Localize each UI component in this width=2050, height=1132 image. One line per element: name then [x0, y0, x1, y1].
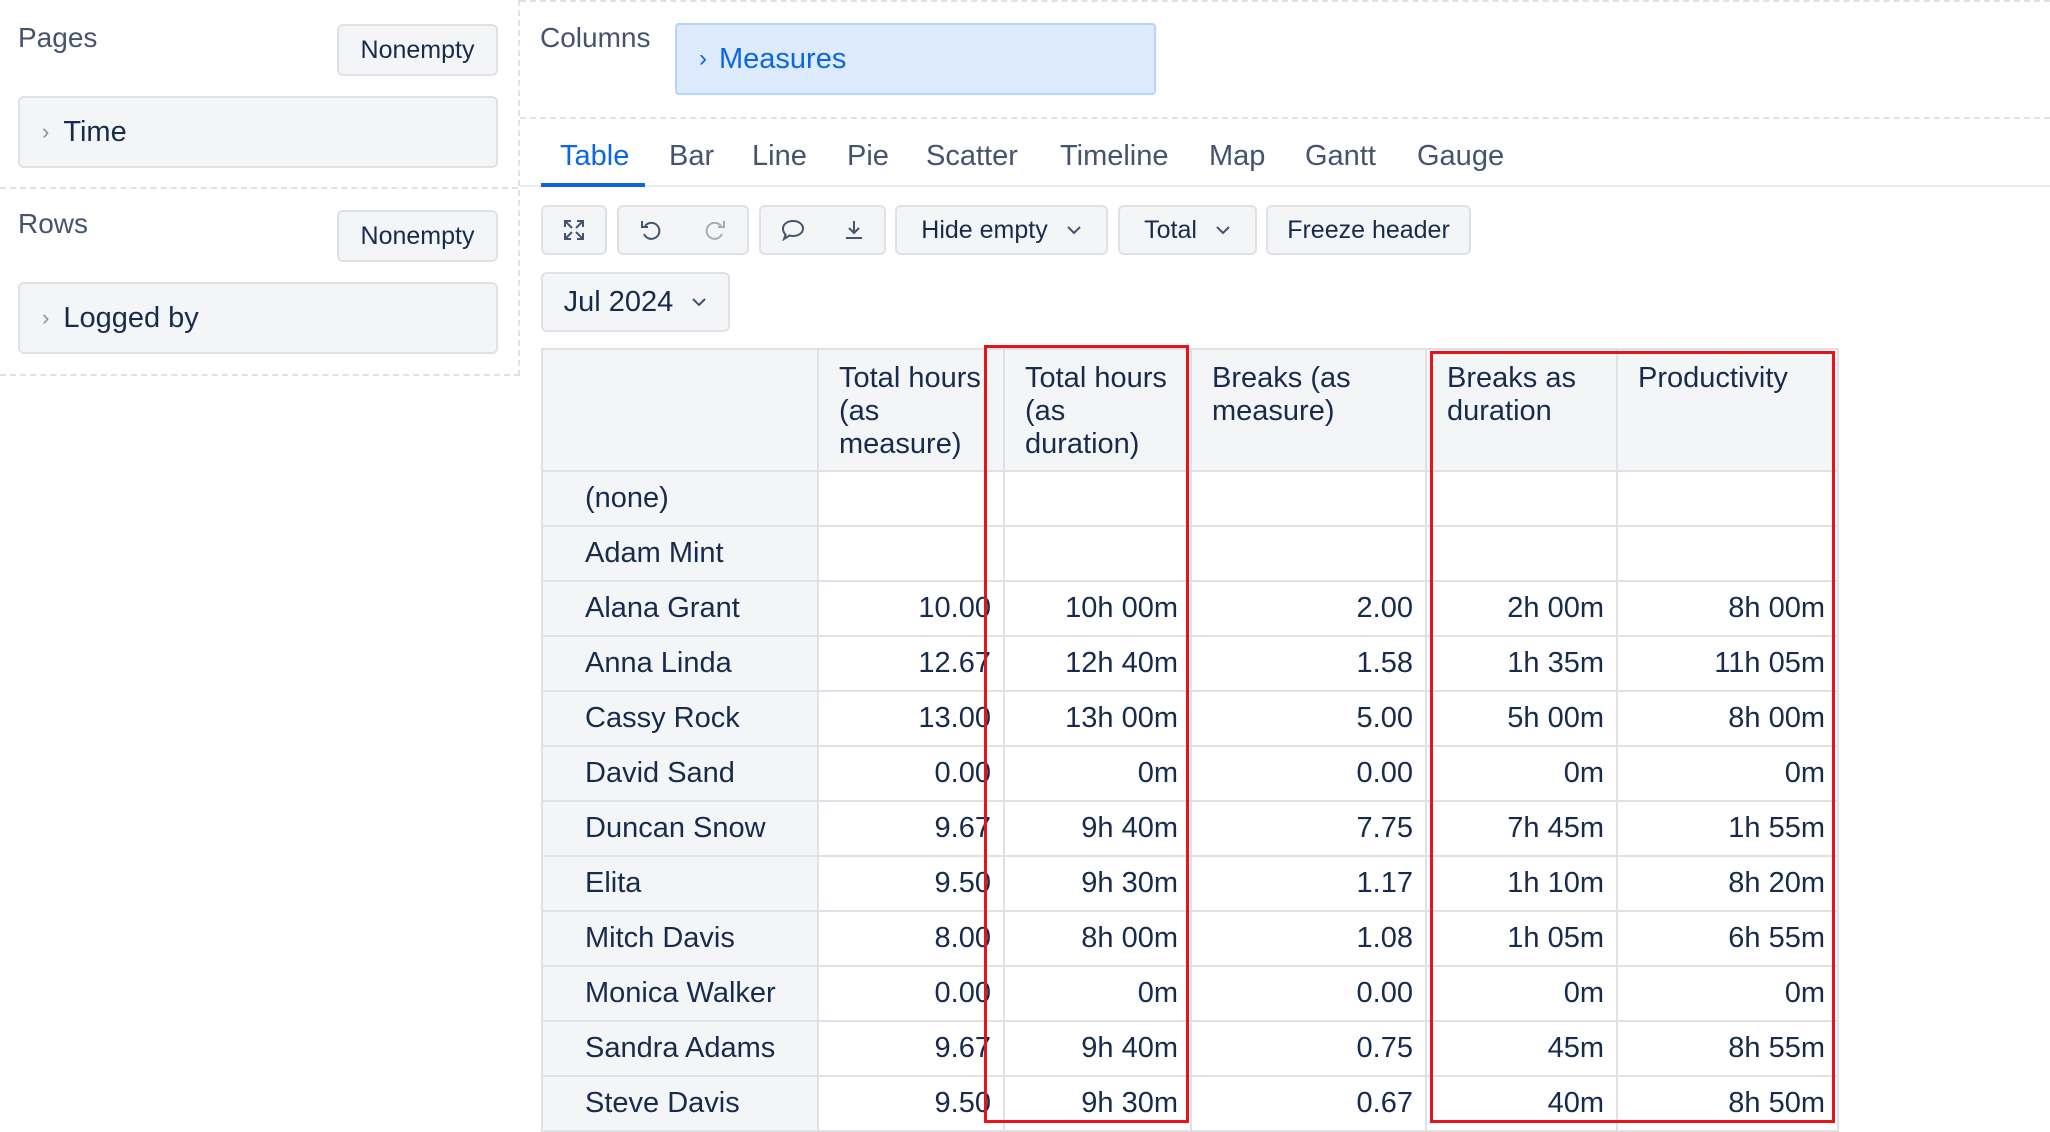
row-header[interactable]: Adam Mint: [541, 525, 819, 582]
table-cell[interactable]: [817, 525, 1005, 582]
period-label: Jul 2024: [563, 285, 674, 318]
pages-dimension-time[interactable]: › Time: [18, 96, 498, 168]
tab-pie[interactable]: Pie: [847, 140, 889, 173]
highlight-box-total-hours-duration: [984, 345, 1189, 1123]
tab-timeline[interactable]: Timeline: [1060, 140, 1169, 173]
row-header[interactable]: Elita: [541, 855, 819, 912]
table-cell[interactable]: [817, 470, 1005, 527]
tab-gantt[interactable]: Gantt: [1305, 140, 1376, 173]
hide-empty-label: Hide empty: [921, 215, 1048, 244]
freeze-header-button[interactable]: Freeze header: [1266, 205, 1471, 255]
dimension-label: Logged by: [63, 301, 199, 334]
table-cell[interactable]: [1190, 470, 1427, 527]
row-header[interactable]: David Sand: [541, 745, 819, 802]
highlight-box-breaks-productivity: [1430, 351, 1835, 1123]
table-cell[interactable]: 9.50: [817, 855, 1005, 912]
table-cell[interactable]: 8.00: [817, 910, 1005, 967]
table-cell[interactable]: [1190, 525, 1427, 582]
tab-bar[interactable]: Bar: [669, 140, 714, 173]
row-header[interactable]: Steve Davis: [541, 1075, 819, 1132]
hide-empty-dropdown[interactable]: Hide empty: [895, 205, 1108, 255]
tab-bar-divider: [520, 185, 2050, 187]
dimension-label: Measures: [719, 42, 847, 75]
chevron-down-icon: [692, 298, 707, 307]
chevron-right-icon: ›: [42, 305, 50, 330]
tab-scatter[interactable]: Scatter: [926, 140, 1018, 173]
dimension-label: Time: [63, 115, 127, 148]
table-cell[interactable]: 9.50: [817, 1075, 1005, 1132]
table-cell[interactable]: 13.00: [817, 690, 1005, 747]
column-header[interactable]: Breaks (as measure): [1190, 348, 1427, 472]
download-icon[interactable]: [843, 218, 865, 242]
table-cell[interactable]: 10.00: [817, 580, 1005, 637]
table-cell[interactable]: 12.67: [817, 635, 1005, 692]
tab-gauge[interactable]: Gauge: [1417, 140, 1504, 173]
table-cell[interactable]: 0.00: [1190, 965, 1427, 1022]
active-tab-indicator: [541, 183, 645, 187]
redo-icon[interactable]: [703, 218, 727, 242]
row-header[interactable]: Cassy Rock: [541, 690, 819, 747]
column-header[interactable]: Total hours (as measure): [817, 348, 1005, 472]
table-cell[interactable]: 0.00: [817, 965, 1005, 1022]
rows-label: Rows: [18, 208, 89, 239]
total-label: Total: [1144, 215, 1197, 244]
rows-dimension-logged-by[interactable]: › Logged by: [18, 282, 498, 354]
row-header[interactable]: Anna Linda: [541, 635, 819, 692]
undo-redo-group: [617, 205, 749, 255]
tab-line[interactable]: Line: [752, 140, 807, 173]
period-dropdown[interactable]: Jul 2024: [541, 272, 730, 332]
pages-nonempty-button[interactable]: Nonempty: [337, 24, 498, 76]
comment-download-group: [759, 205, 886, 255]
fullscreen-icon: [564, 220, 584, 240]
table-cell[interactable]: 0.00: [817, 745, 1005, 802]
table-cell[interactable]: 1.17: [1190, 855, 1427, 912]
table-cell[interactable]: 7.75: [1190, 800, 1427, 857]
pages-label: Pages: [18, 22, 98, 53]
row-header[interactable]: Mitch Davis: [541, 910, 819, 967]
table-cell[interactable]: 0.67: [1190, 1075, 1427, 1132]
table-cell[interactable]: 9.67: [817, 800, 1005, 857]
corner-cell: [541, 348, 819, 472]
left-panel-divider: [518, 0, 520, 376]
columns-divider: [520, 117, 2050, 119]
table-cell[interactable]: 5.00: [1190, 690, 1427, 747]
chevron-down-icon: [1067, 226, 1081, 235]
table-cell[interactable]: 0.75: [1190, 1020, 1427, 1077]
chevron-down-icon: [1216, 226, 1230, 235]
table-cell[interactable]: 0.00: [1190, 745, 1427, 802]
row-header[interactable]: Sandra Adams: [541, 1020, 819, 1077]
table-cell[interactable]: 1.58: [1190, 635, 1427, 692]
rows-nonempty-button[interactable]: Nonempty: [337, 210, 498, 262]
row-header[interactable]: Monica Walker: [541, 965, 819, 1022]
chevron-right-icon: ›: [699, 45, 707, 72]
tab-map[interactable]: Map: [1209, 140, 1265, 173]
columns-label: Columns: [540, 22, 651, 53]
fullscreen-button[interactable]: [541, 205, 607, 255]
row-header[interactable]: Alana Grant: [541, 580, 819, 637]
chevron-right-icon: ›: [42, 119, 50, 144]
pages-rows-divider: [0, 187, 518, 189]
left-panel-bottom-divider: [0, 374, 520, 376]
table-cell[interactable]: 2.00: [1190, 580, 1427, 637]
undo-icon[interactable]: [639, 218, 663, 242]
table-cell[interactable]: 9.67: [817, 1020, 1005, 1077]
top-divider: [520, 0, 2050, 2]
tab-table[interactable]: Table: [560, 140, 629, 173]
columns-dimension-measures[interactable]: › Measures: [675, 23, 1156, 95]
comment-icon[interactable]: [780, 218, 806, 242]
table-cell[interactable]: 1.08: [1190, 910, 1427, 967]
row-header[interactable]: Duncan Snow: [541, 800, 819, 857]
total-dropdown[interactable]: Total: [1118, 205, 1257, 255]
row-header[interactable]: (none): [541, 470, 819, 527]
